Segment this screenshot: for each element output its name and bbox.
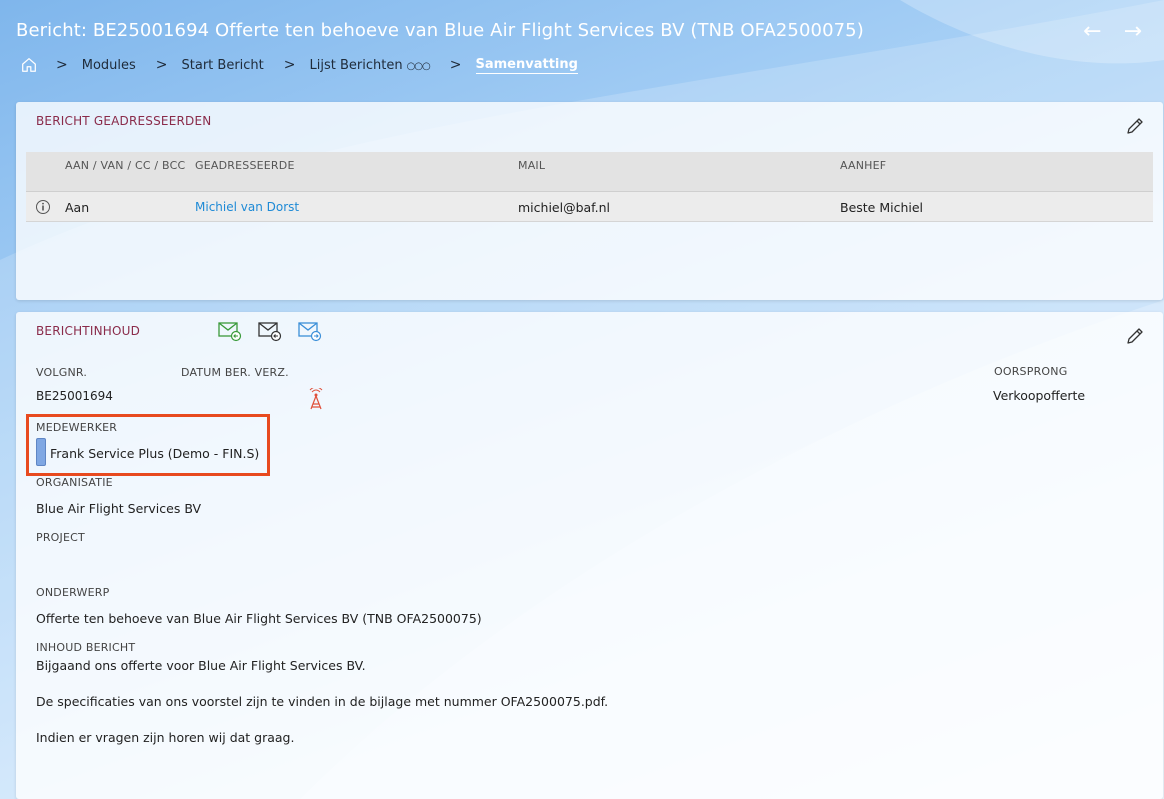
column-header-type[interactable]: AAN / VAN / CC / BCC xyxy=(65,159,185,172)
mail-reply-icon[interactable] xyxy=(218,320,242,342)
breadcrumb-separator: > xyxy=(283,57,296,73)
volgnr-label: VOLGNR. xyxy=(36,366,88,379)
home-icon[interactable] xyxy=(20,56,38,74)
breadcrumb-samenvatting[interactable]: Samenvatting xyxy=(475,57,578,74)
breadcrumb-start-bericht[interactable]: Start Bericht xyxy=(182,58,264,73)
onderwerp-value: Offerte ten behoeve van Blue Air Flight … xyxy=(36,611,482,626)
column-header-aanhef[interactable]: AANHEF xyxy=(840,159,886,172)
row-mail: michiel@baf.nl xyxy=(518,200,611,215)
message-content-panel: BERICHTINHOUD VOLGNR. BE25001694 DATUM B… xyxy=(16,312,1163,799)
nav-arrows: ← → xyxy=(1083,18,1142,46)
breadcrumb: > Modules > Start Bericht > Lijst Berich… xyxy=(20,56,598,74)
message-content-title: BERICHTINHOUD xyxy=(36,324,141,338)
addressees-panel-title: BERICHT GEADRESSEERDEN xyxy=(36,114,212,128)
addressees-table-header: AAN / VAN / CC / BCC GEADRESSEERDE MAIL … xyxy=(26,152,1153,192)
mail-actions xyxy=(218,320,322,342)
breadcrumb-lijst-berichten[interactable]: Lijst Berichten ○○○ xyxy=(309,57,431,73)
body-line: De specificaties van ons voorstel zijn t… xyxy=(36,694,609,709)
pencil-edit-icon[interactable] xyxy=(1125,116,1145,136)
addressees-panel: BERICHT GEADRESSEERDEN AAN / VAN / CC / … xyxy=(16,102,1163,300)
column-header-geadresseerde[interactable]: GEADRESSEERDE xyxy=(195,159,295,172)
row-type: Aan xyxy=(65,200,90,215)
medewerker-label: MEDEWERKER xyxy=(36,421,118,434)
antenna-icon xyxy=(309,388,323,410)
info-icon[interactable] xyxy=(35,199,51,215)
back-arrow-icon[interactable]: ← xyxy=(1083,18,1101,46)
pencil-edit-icon[interactable] xyxy=(1125,326,1145,346)
organisatie-label: ORGANISATIE xyxy=(36,476,113,489)
avatar xyxy=(36,438,46,466)
breadcrumb-modules[interactable]: Modules xyxy=(82,58,136,73)
mail-reply-all-icon[interactable] xyxy=(258,320,282,342)
table-row[interactable]: Aan Michiel van Dorst michiel@baf.nl Bes… xyxy=(26,192,1153,222)
more-dots-icon[interactable]: ○○○ xyxy=(407,61,431,72)
organisatie-link[interactable]: Blue Air Flight Services BV xyxy=(36,501,201,516)
addressee-name-link[interactable]: Michiel van Dorst xyxy=(195,200,299,214)
breadcrumb-lijst-berichten-label: Lijst Berichten xyxy=(309,57,403,73)
body-line: Bijgaand ons offerte voor Blue Air Fligh… xyxy=(36,658,366,673)
row-salutation: Beste Michiel xyxy=(840,200,924,215)
volgnr-value: BE25001694 xyxy=(36,389,113,403)
inhoud-label: INHOUD BERICHT xyxy=(36,641,136,654)
breadcrumb-separator: > xyxy=(56,57,68,73)
mail-forward-icon[interactable] xyxy=(298,320,322,342)
column-header-mail[interactable]: MAIL xyxy=(518,159,545,172)
onderwerp-label: ONDERWERP xyxy=(36,586,110,599)
medewerker-value[interactable]: Frank Service Plus (Demo - FIN.S) xyxy=(50,446,259,461)
breadcrumb-separator: > xyxy=(155,57,168,73)
page-title: Bericht: BE25001694 Offerte ten behoeve … xyxy=(16,20,864,41)
project-label: PROJECT xyxy=(36,531,85,544)
breadcrumb-separator: > xyxy=(449,57,462,73)
body-line: Indien er vragen zijn horen wij dat graa… xyxy=(36,730,295,745)
oorsprong-label: OORSPRONG xyxy=(994,365,1068,378)
datum-label: DATUM BER. VERZ. xyxy=(181,366,289,379)
oorsprong-value: Verkoopofferte xyxy=(993,388,1086,403)
forward-arrow-icon[interactable]: → xyxy=(1124,18,1142,46)
